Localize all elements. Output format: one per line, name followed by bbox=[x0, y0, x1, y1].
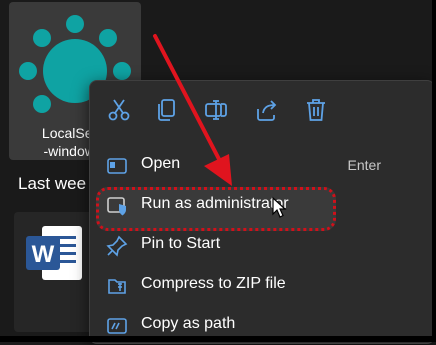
menu-item-label: Run as administrator bbox=[141, 195, 289, 212]
open-icon bbox=[107, 158, 127, 174]
rename-button[interactable] bbox=[203, 97, 229, 123]
svg-text:W: W bbox=[32, 241, 55, 268]
menu-item-label: Copy as path bbox=[141, 315, 236, 332]
menu-item-open[interactable]: Open Enter bbox=[90, 145, 434, 185]
shield-window-icon bbox=[107, 197, 126, 216]
mouse-cursor-icon bbox=[272, 196, 287, 218]
menu-item-pin-to-start[interactable]: Pin to Start bbox=[90, 225, 434, 265]
copy-path-icon bbox=[107, 318, 127, 334]
pin-icon bbox=[106, 235, 128, 257]
rename-icon bbox=[205, 100, 227, 120]
delete-icon bbox=[307, 99, 325, 121]
word-document-tile[interactable]: W bbox=[14, 212, 94, 332]
quick-actions-bar bbox=[90, 81, 434, 145]
menu-item-label: Open bbox=[141, 155, 181, 172]
share-button[interactable] bbox=[254, 97, 280, 123]
menu-item-compress-zip[interactable]: Compress to ZIP file bbox=[90, 265, 434, 305]
zip-icon bbox=[108, 279, 126, 294]
screenshot-frame-edge bbox=[432, 0, 436, 342]
share-icon bbox=[257, 100, 277, 121]
delete-button[interactable] bbox=[303, 97, 329, 123]
cut-button[interactable] bbox=[106, 97, 132, 123]
shortcut-label: Enter bbox=[347, 157, 381, 173]
menu-item-run-as-administrator[interactable]: Run as administrator bbox=[90, 185, 434, 225]
menu-item-label: Compress to ZIP file bbox=[141, 275, 286, 292]
context-menu: Open Enter Run as administrator Pin to S… bbox=[89, 80, 435, 344]
word-icon: W bbox=[26, 226, 82, 280]
copy-button[interactable] bbox=[154, 97, 180, 123]
section-heading: Last wee bbox=[18, 174, 87, 193]
copy-icon bbox=[158, 99, 175, 121]
cut-icon bbox=[108, 99, 130, 121]
screenshot-frame-edge bbox=[0, 336, 436, 342]
menu-item-label: Pin to Start bbox=[141, 235, 221, 252]
